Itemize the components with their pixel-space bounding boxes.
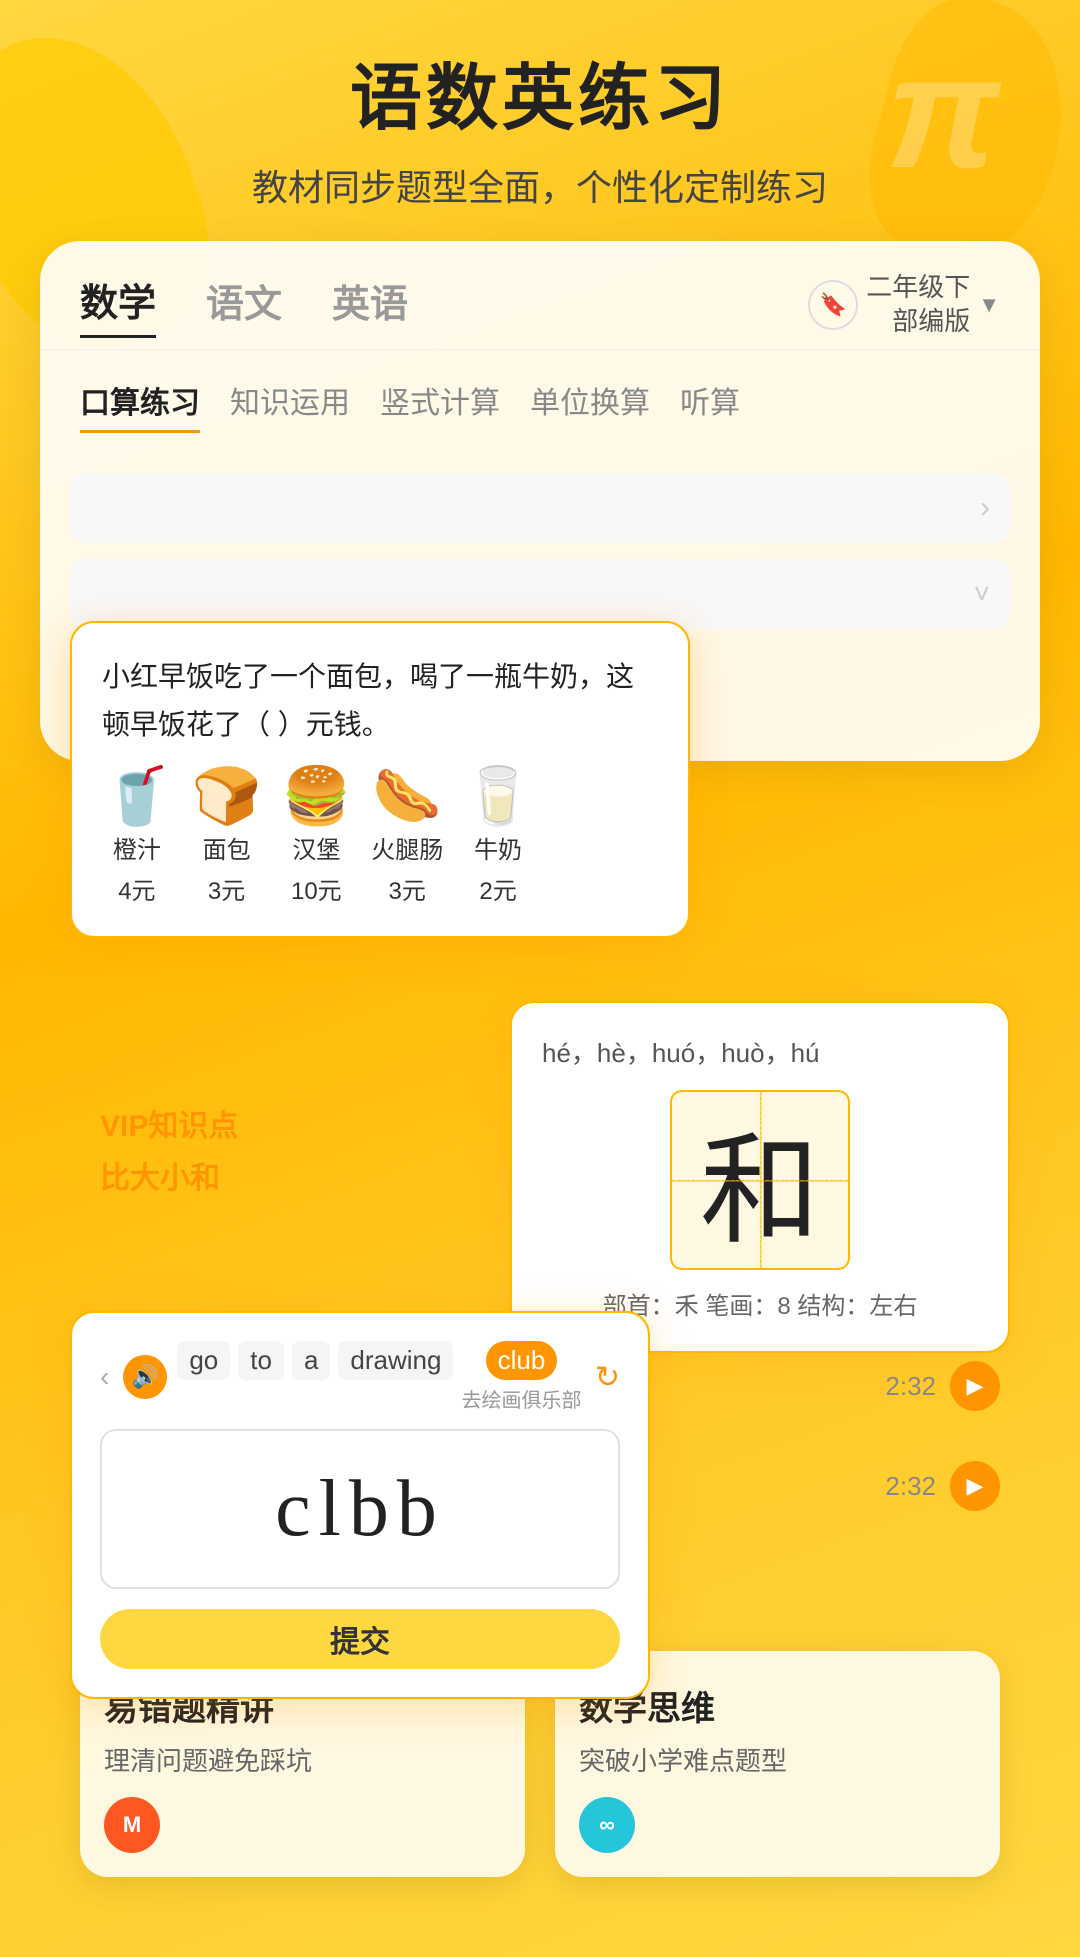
english-card-header: ‹ 🔊 go to a drawing (100, 1341, 620, 1413)
submit-button[interactable]: 提交 (100, 1609, 620, 1669)
chip-club-translation: 去绘画俱乐部 (461, 1384, 581, 1413)
tab-math[interactable]: 数学 (80, 272, 156, 338)
food-item-1: 🍞 面包 3元 (192, 768, 262, 906)
char-box: 和 (670, 1090, 850, 1270)
food-emoji-0: 🥤 (102, 768, 172, 824)
sub-tab-vertical[interactable]: 竖式计算 (380, 370, 500, 433)
sub-tab-oral[interactable]: 口算练习 (80, 370, 200, 433)
answer-arrow-1: › (980, 491, 990, 525)
grade-icon: 🔖 (808, 280, 858, 330)
chip-drawing-text: drawing (338, 1341, 453, 1380)
food-items: 🥤 橙汁 4元 🍞 面包 3元 🍔 汉堡 10元 🌭 火腿肠 3 (102, 768, 658, 906)
food-emoji-4: 🥛 (463, 768, 533, 824)
chip-club-text[interactable]: club (486, 1341, 558, 1380)
chip-go-text: go (177, 1341, 230, 1380)
food-name-4: 牛奶 (474, 830, 522, 865)
chip-go: go (177, 1341, 230, 1413)
audio-button[interactable]: 🔊 (123, 1355, 167, 1399)
bottom-card-desc-0: 理清问题避免踩坑 (104, 1742, 501, 1781)
chip-club[interactable]: club 去绘画俱乐部 (461, 1341, 581, 1413)
chip-a-text: a (292, 1341, 330, 1380)
food-item-0: 🥤 橙汁 4元 (102, 768, 172, 906)
sub-tabs: 口算练习 知识运用 竖式计算 单位换算 听算 (40, 350, 1040, 453)
math-problem-card: 小红早饭吃了一个面包，喝了一瓶牛奶，这顿早饭花了（ ）元钱。 🥤 橙汁 4元 🍞… (70, 621, 690, 938)
sub-tab-unit[interactable]: 单位换算 (530, 370, 650, 433)
timestamp-row-1: 2:32 ▶ (885, 1461, 1000, 1511)
refresh-button[interactable]: ↻ (595, 1360, 620, 1395)
grade-text: 二年级下 部编版 (866, 271, 970, 339)
food-item-3: 🌭 火腿肠 3元 (371, 768, 443, 906)
grade-selector[interactable]: 🔖 二年级下 部编版 ▼ (808, 271, 1000, 339)
problem-text: 小红早饭吃了一个面包，喝了一瓶牛奶，这顿早饭花了（ ）元钱。 (102, 653, 658, 748)
answer-option-2[interactable]: ˅ (70, 559, 1010, 629)
sub-tab-knowledge[interactable]: 知识运用 (230, 370, 350, 433)
chip-drawing: drawing (338, 1341, 453, 1413)
sub-tab-listen[interactable]: 听算 (680, 370, 740, 433)
tab-chinese[interactable]: 语文 (206, 273, 282, 336)
timestamp-1: 2:32 (885, 1471, 936, 1502)
food-emoji-1: 🍞 (192, 768, 262, 824)
timestamp-row-0: 2:32 ▶ (885, 1361, 1000, 1411)
food-name-1: 面包 (203, 830, 251, 865)
tabs-bar: 数学 语文 英语 🔖 二年级下 部编版 ▼ (40, 241, 1040, 350)
food-item-4: 🥛 牛奶 2元 (463, 768, 533, 906)
page-title: 语数英练习 (40, 60, 1040, 139)
food-name-2: 汉堡 (292, 830, 340, 865)
food-price-4: 2元 (479, 871, 516, 906)
bottom-card-badge-1: ∞ (579, 1797, 635, 1853)
english-input-area[interactable]: clbb (100, 1429, 620, 1589)
pinyin-row: hé，hè，huó，huò，hú (542, 1033, 978, 1070)
bottom-card-badge-0: M (104, 1797, 160, 1853)
chip-a: a (292, 1341, 330, 1413)
chip-to: to (238, 1341, 284, 1413)
timestamp-0: 2:32 (885, 1371, 936, 1402)
food-price-0: 4元 (118, 871, 155, 906)
answer-dropdown-2: ˅ (974, 578, 990, 610)
food-name-3: 火腿肠 (371, 830, 443, 865)
word-chips: go to a drawing club 去绘画俱乐部 (177, 1341, 581, 1413)
compare-label: 比大小和 (100, 1153, 238, 1197)
audio-icon: 🔊 (132, 1364, 159, 1390)
timestamp-column: 2:32 ▶ 2:32 ▶ (885, 1361, 1000, 1511)
food-item-2: 🍔 汉堡 10元 (281, 768, 351, 906)
chinese-char-card: hé，hè，huó，huò，hú 和 部首：禾 笔画：8 结构：左右 (510, 1001, 1010, 1353)
english-card: ‹ 🔊 go to a drawing (70, 1311, 650, 1699)
play-button-1[interactable]: ▶ (950, 1461, 1000, 1511)
food-emoji-3: 🌭 (372, 768, 442, 824)
grade-dropdown-arrow[interactable]: ▼ (978, 292, 1000, 318)
tab-english[interactable]: 英语 (332, 273, 408, 336)
play-icon-1: ▶ (967, 1473, 984, 1499)
collapse-icon[interactable]: ‹ (100, 1361, 109, 1393)
answer-option-1[interactable]: › (70, 473, 1010, 543)
play-button-0[interactable]: ▶ (950, 1361, 1000, 1411)
vip-label: VIP知识点 (100, 1101, 238, 1145)
food-price-2: 10元 (291, 871, 342, 906)
bottom-card-desc-1: 突破小学难点题型 (579, 1742, 976, 1781)
food-price-1: 3元 (208, 871, 245, 906)
page-subtitle: 教材同步题型全面，个性化定制练习 (40, 159, 1040, 211)
food-name-0: 橙汁 (113, 830, 161, 865)
chinese-character: 和 (700, 1093, 820, 1267)
english-typed-text: clbb (275, 1464, 445, 1555)
food-price-3: 3元 (389, 871, 426, 906)
food-emoji-2: 🍔 (281, 768, 351, 824)
cards-area: 数学 语文 英语 🔖 二年级下 部编版 ▼ 口算练习 知识运用 竖式计算 单位换… (40, 241, 1040, 1591)
vip-section: VIP知识点 比大小和 (100, 1101, 238, 1197)
chip-to-text: to (238, 1341, 284, 1380)
play-icon-0: ▶ (967, 1373, 984, 1399)
